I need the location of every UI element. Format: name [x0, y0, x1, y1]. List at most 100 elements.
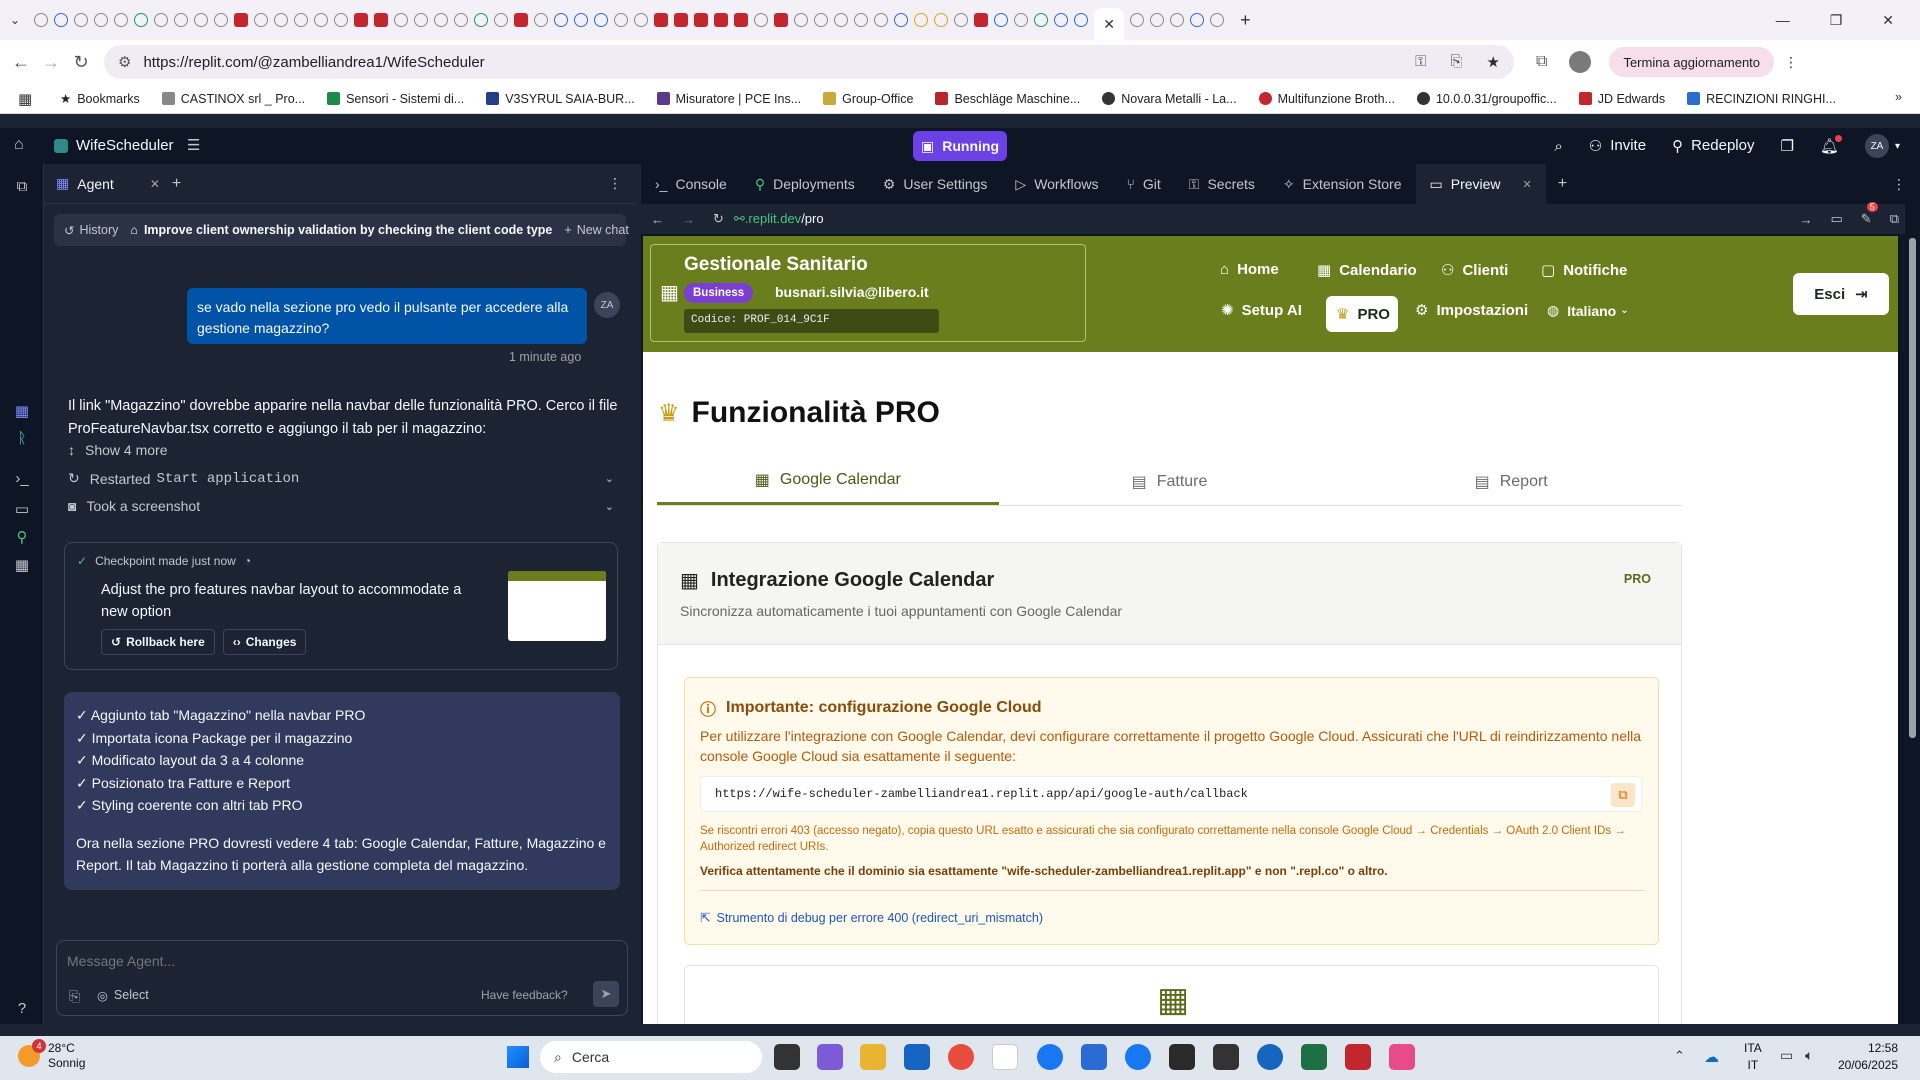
debug-tool-link[interactable]: ⇱ Strumento di debug per errore 400 (red… [700, 910, 1043, 926]
teams-icon[interactable] [817, 1044, 843, 1070]
feedback-link[interactable]: Have feedback? [481, 988, 568, 1002]
tab-favicon[interactable] [374, 13, 389, 27]
bookmark-star-icon[interactable]: ★ [1487, 53, 1500, 71]
remote-desktop-icon[interactable] [1257, 1044, 1283, 1070]
update-button[interactable]: Termina aggiornamento [1609, 47, 1775, 77]
weather-widget[interactable]: 4 28°C Sonnig [18, 1039, 85, 1071]
tab-favicon[interactable] [194, 13, 209, 27]
media-player-icon[interactable] [1213, 1044, 1239, 1070]
tab-favicon[interactable] [574, 13, 589, 27]
start-windows-icon[interactable] [507, 1046, 529, 1068]
bookmark-item[interactable]: Group-Office [823, 92, 913, 106]
tab-favicon[interactable] [174, 13, 189, 27]
minimize-icon[interactable]: — [1776, 12, 1790, 29]
task-view-icon[interactable] [774, 1044, 800, 1070]
send-button[interactable]: ➤ [593, 981, 619, 1007]
close-tab-icon[interactable]: ✕ [1523, 178, 1532, 191]
url-input[interactable]: ⚙ https://replit.com/@zambelliandrea1/Wi… [104, 45, 1514, 79]
active-tab-close-icon[interactable]: ✕ [1094, 8, 1125, 40]
tab-favicon[interactable] [894, 13, 909, 27]
add-tab-icon[interactable]: + [172, 175, 181, 193]
bookmark-item[interactable]: Misuratore | PCE Ins... [656, 92, 801, 106]
history-button[interactable]: ↺ History [64, 223, 118, 238]
add-tab-icon[interactable]: + [1558, 175, 1567, 193]
back-icon[interactable]: ← [6, 52, 36, 73]
tab-favicon[interactable] [754, 13, 769, 27]
nav-impostazioni[interactable]: ⚙ Impostazioni [1415, 301, 1528, 320]
tab-favicon[interactable] [454, 13, 469, 27]
browser-tabs[interactable]: ⌄ ✕ + [0, 0, 1776, 40]
tab-favicon[interactable] [554, 13, 569, 27]
bookmark-item[interactable]: V3SYRUL SAIA-BUR... [486, 92, 635, 106]
tab-favicon[interactable] [694, 13, 709, 27]
new-window-icon[interactable]: ⧉ [1890, 211, 1899, 227]
tab-favicon[interactable] [854, 13, 869, 27]
show-hidden-icons[interactable]: ⌃ [1674, 1048, 1685, 1064]
tab-fatture[interactable]: ▤ Fatture [999, 458, 1341, 505]
files-icon[interactable]: ⧉ [13, 178, 31, 196]
tab-search-icon[interactable]: ⌄ [10, 13, 20, 27]
extensions-icon[interactable]: ⧉ [1536, 53, 1547, 71]
help-icon[interactable]: ? [13, 1000, 31, 1018]
all-tools-icon[interactable]: ▦ [13, 556, 31, 574]
tab-favicon[interactable] [314, 13, 329, 27]
tab-favicon[interactable] [154, 13, 169, 27]
tab-favicon[interactable] [834, 13, 849, 27]
new-tab-icon[interactable]: + [1240, 10, 1251, 31]
tab-favicon[interactable] [1014, 13, 1029, 27]
store-icon[interactable] [1169, 1044, 1195, 1070]
shell-icon[interactable]: ›_ [13, 470, 31, 488]
tab-extension-store[interactable]: ✧ Extension Store [1269, 164, 1416, 204]
tab-favicon[interactable] [934, 13, 949, 27]
step-restarted[interactable]: ↻ Restarted Start application ⌄ [68, 470, 614, 487]
site-info-icon[interactable]: ⚙ [118, 53, 131, 71]
bookmark-item[interactable]: Beschläge Maschine... [935, 92, 1080, 106]
nav-setup-ai[interactable]: ✺ Setup AI [1221, 301, 1302, 320]
open-external-arrow-icon[interactable]: → [1800, 212, 1813, 227]
preview-reload-icon[interactable]: ↻ [713, 211, 724, 227]
file-explorer-icon[interactable] [860, 1044, 886, 1070]
tab-favicon[interactable] [274, 13, 289, 27]
tab-favicon[interactable] [114, 13, 129, 27]
tab-favicon[interactable] [94, 13, 109, 27]
panel-menu-icon[interactable]: ⋮ [1892, 176, 1906, 193]
project-menu-icon[interactable]: ☰ [187, 136, 200, 154]
facebook-icon[interactable] [1037, 1044, 1063, 1070]
checkpoint-thumbnail[interactable] [508, 571, 606, 641]
snipping-tool-icon[interactable] [1389, 1044, 1415, 1070]
tab-preview[interactable]: ▭ Preview ✕ [1415, 164, 1546, 204]
tab-favicon[interactable] [214, 13, 229, 27]
nav-home[interactable]: ⌂ Home [1220, 261, 1279, 278]
network-icon[interactable]: ▭ [1780, 1047, 1793, 1064]
tab-favicon[interactable] [1190, 13, 1205, 27]
devices-icon[interactable]: ▭ [1831, 211, 1843, 227]
show-more-button[interactable]: ↕ Show 4 more [68, 442, 614, 458]
tab-favicon[interactable] [254, 13, 269, 27]
bookmark-item[interactable]: Sensori - Sistemi di... [327, 92, 464, 106]
tab-favicon[interactable] [54, 13, 69, 27]
acrobat-icon[interactable] [1345, 1044, 1371, 1070]
select-element-button[interactable]: ◎ Select [97, 988, 149, 1003]
tab-report[interactable]: ▤ Report [1340, 458, 1682, 505]
volume-icon[interactable]: 🔈︎ [1805, 1047, 1813, 1064]
facebook-icon[interactable] [1125, 1044, 1151, 1070]
tab-secrets[interactable]: ⚿ Secrets [1175, 164, 1269, 204]
tab-favicon[interactable] [474, 13, 489, 27]
password-key-icon[interactable]: ⚿ [1415, 53, 1426, 71]
preview-icon[interactable]: ▭ [13, 500, 31, 518]
multiplayer-icon[interactable]: ❐ [1780, 137, 1793, 155]
new-chat-button[interactable]: + New chat [564, 223, 628, 237]
tab-favicon[interactable] [1054, 13, 1069, 27]
tab-git[interactable]: ⑂ Git [1113, 164, 1175, 204]
devtools-icon[interactable]: ✎ 5 [1861, 202, 1878, 227]
tab-favicon[interactable] [1074, 13, 1089, 27]
tab-favicon[interactable] [974, 13, 989, 27]
tab-favicon[interactable] [494, 13, 509, 27]
changes-button[interactable]: ‹› Changes [222, 629, 307, 655]
tab-favicon[interactable] [914, 13, 929, 27]
tab-deployments[interactable]: ⚲ Deployments [741, 164, 869, 204]
tab-favicon[interactable] [814, 13, 829, 27]
chrome-icon[interactable] [948, 1044, 974, 1070]
tab-user-settings[interactable]: ⚙ User Settings [869, 164, 1002, 204]
tab-favicon[interactable] [614, 13, 629, 27]
